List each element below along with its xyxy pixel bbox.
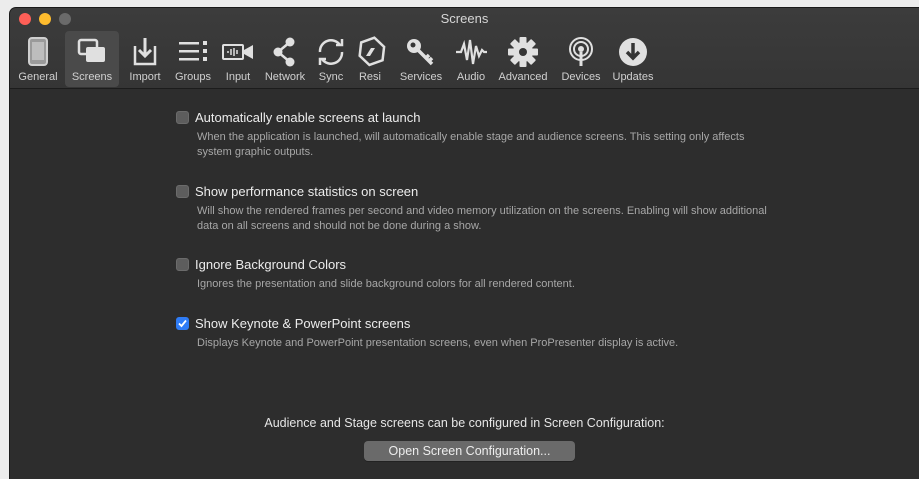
option-description: Will show the rendered frames per second… xyxy=(197,205,767,232)
performance-statistics-checkbox[interactable] xyxy=(176,185,189,198)
toolbar-item-devices[interactable]: Devices xyxy=(556,31,606,87)
titlebar: Screens General Screens Import Groups In… xyxy=(10,8,919,89)
toolbar-label: Updates xyxy=(612,71,654,83)
option-auto-enable-screens: Automatically enable screens at launch W… xyxy=(176,110,776,160)
option-label: Show Keynote & PowerPoint screens xyxy=(195,316,411,331)
network-icon xyxy=(273,37,295,67)
toolbar-label: Services xyxy=(399,71,443,83)
checkmark-icon xyxy=(178,319,187,328)
option-label: Automatically enable screens at launch xyxy=(195,110,421,125)
option-keynote-powerpoint-screens: Show Keynote & PowerPoint screens Displa… xyxy=(176,316,776,351)
window-title: Screens xyxy=(440,11,489,26)
toolbar-item-audio[interactable]: Audio xyxy=(451,31,491,87)
toolbar-label: Devices xyxy=(561,71,601,83)
toolbar-label: Groups xyxy=(174,71,212,83)
toolbar-label: Advanced xyxy=(498,71,548,83)
toolbar-label: Resi xyxy=(358,71,381,83)
screens-icon xyxy=(77,38,105,62)
input-icon xyxy=(222,44,253,60)
updates-icon xyxy=(619,38,647,66)
option-description: Ignores the presentation and slide backg… xyxy=(197,278,575,290)
option-description: When the application is launched, will a… xyxy=(197,131,745,158)
toolbar-label: Network xyxy=(264,71,306,83)
option-description: Displays Keynote and PowerPoint presenta… xyxy=(197,337,679,349)
gear-icon xyxy=(508,37,538,67)
keynote-powerpoint-checkbox[interactable] xyxy=(176,317,189,330)
ignore-background-colors-checkbox[interactable] xyxy=(176,258,189,271)
toolbar-item-updates[interactable]: Updates xyxy=(608,31,658,87)
toolbar-label: General xyxy=(18,71,58,83)
groups-icon xyxy=(179,41,207,61)
auto-enable-checkbox[interactable] xyxy=(176,111,189,124)
toolbar-item-advanced[interactable]: Advanced xyxy=(493,31,553,87)
preferences-window: Screens General Screens Import Groups In… xyxy=(10,8,919,479)
import-icon xyxy=(133,38,157,66)
toolbar-label: Input xyxy=(225,71,251,83)
audio-icon xyxy=(456,39,487,65)
toolbar-item-network[interactable]: Network xyxy=(259,31,311,87)
toolbar-item-import[interactable]: Import xyxy=(123,31,167,87)
resi-icon xyxy=(358,36,386,67)
toolbar-label: Audio xyxy=(456,71,486,83)
devices-icon xyxy=(569,37,593,66)
option-label: Show performance statistics on screen xyxy=(195,184,419,199)
toolbar-item-general[interactable]: General xyxy=(14,31,62,87)
screens-preferences-pane: Automatically enable screens at launch W… xyxy=(10,89,919,479)
screen-configuration-hint: Audience and Stage screens can be config… xyxy=(264,416,665,430)
services-icon xyxy=(407,39,434,66)
toolbar-item-groups[interactable]: Groups xyxy=(169,31,217,87)
toolbar-item-resi[interactable]: Resi xyxy=(353,31,387,87)
sync-icon xyxy=(318,39,344,65)
toolbar-label: Screens xyxy=(71,71,113,83)
toolbar-item-services[interactable]: Services xyxy=(395,31,447,87)
tablet-icon xyxy=(28,37,48,66)
toolbar-label: Sync xyxy=(318,71,344,83)
option-performance-statistics: Show performance statistics on screen Wi… xyxy=(176,184,776,234)
toolbar-item-input[interactable]: Input xyxy=(219,31,257,87)
toolbar-label: Import xyxy=(129,71,161,83)
open-screen-configuration-button[interactable]: Open Screen Configuration... xyxy=(364,441,575,461)
option-label: Ignore Background Colors xyxy=(195,257,347,272)
option-ignore-background-colors: Ignore Background Colors Ignores the pre… xyxy=(176,257,776,292)
toolbar-item-screens[interactable]: Screens xyxy=(65,31,119,87)
toolbar-item-sync[interactable]: Sync xyxy=(314,31,348,87)
